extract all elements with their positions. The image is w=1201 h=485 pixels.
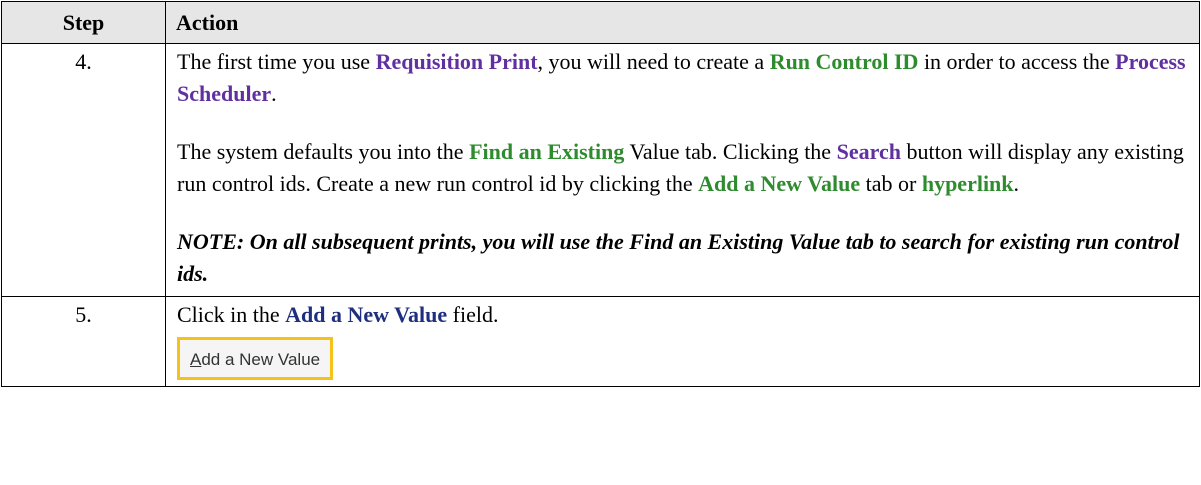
hyperlink-term: hyperlink	[921, 171, 1014, 196]
add-new-value-button[interactable]: Add a New Value	[177, 337, 334, 380]
text: Value tab. Clicking the	[624, 139, 837, 164]
text: , you will need to create a	[537, 49, 770, 74]
search-term: Search	[836, 139, 901, 164]
action-cell: The first time you use Requisition Print…	[165, 43, 1200, 297]
table-row: 4. The first time you use Requisition Pr…	[1, 43, 1200, 297]
step-number: 5.	[1, 296, 166, 387]
action-cell: Click in the Add a New Value field. Add …	[165, 296, 1200, 387]
text: tab or	[860, 171, 922, 196]
table-header-row: Step Action	[1, 1, 1200, 44]
requisition-print-term: Requisition Print	[375, 49, 538, 74]
text: The first time you use	[177, 49, 376, 74]
text: in order to access the	[918, 49, 1116, 74]
add-new-value-button-label: Add a New Value	[190, 350, 321, 369]
step-column-header: Step	[1, 1, 166, 44]
action-column-header: Action	[165, 1, 1200, 44]
instruction-paragraph: Click in the Add a New Value field.	[177, 299, 1189, 331]
instruction-paragraph: The first time you use Requisition Print…	[177, 46, 1189, 110]
text: .	[1013, 171, 1020, 196]
find-existing-term: Find an Existing	[469, 139, 625, 164]
text: The system defaults you into the	[177, 139, 470, 164]
text: .	[271, 81, 277, 106]
procedure-table: Step Action 4. The first time you use Re…	[1, 1, 1200, 387]
add-new-value-term: Add a New Value	[698, 171, 861, 196]
step-number: 4.	[1, 43, 166, 297]
add-new-value-term: Add a New Value	[285, 302, 448, 327]
text: field.	[447, 302, 499, 327]
instruction-paragraph: The system defaults you into the Find an…	[177, 136, 1189, 200]
text: Click in the	[177, 302, 286, 327]
run-control-id-term: Run Control ID	[769, 49, 919, 74]
table-row: 5. Click in the Add a New Value field. A…	[1, 296, 1200, 387]
note-paragraph: NOTE: On all subsequent prints, you will…	[177, 229, 1180, 286]
